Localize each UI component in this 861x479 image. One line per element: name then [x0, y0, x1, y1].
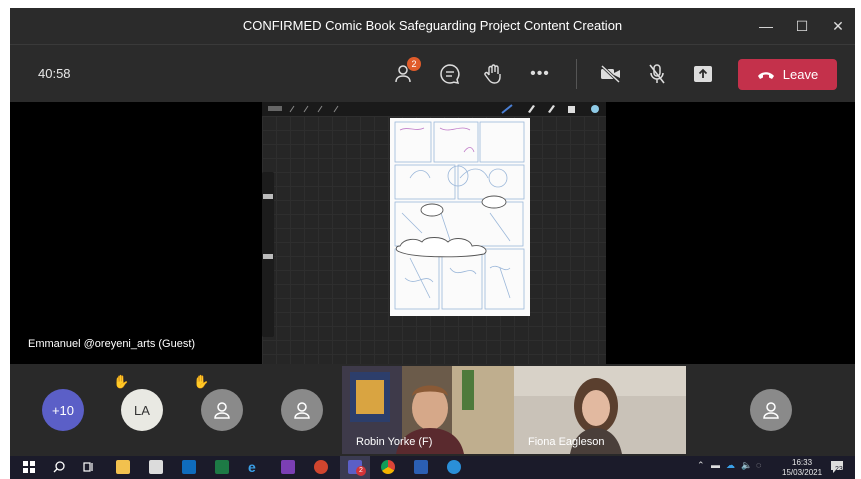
onedrive-icon[interactable]: ☁ — [726, 460, 735, 471]
brush-size-slider[interactable] — [262, 172, 274, 337]
teams-taskbar-item[interactable]: 2 — [340, 456, 370, 479]
more-actions-button[interactable]: ••• — [527, 61, 553, 87]
start-windows-icon[interactable] — [22, 460, 36, 474]
comic-sketch-drawing — [394, 121, 525, 310]
excel-icon[interactable] — [215, 460, 229, 474]
word-icon[interactable] — [414, 460, 428, 474]
leave-button[interactable]: Leave — [738, 59, 837, 90]
overflow-participants-avatar[interactable]: +10 — [42, 389, 84, 431]
meeting-controls: 40:58 2 ••• Leave — [10, 44, 855, 103]
notifications-button[interactable]: 23 — [830, 460, 844, 474]
participant-avatar-anonymous[interactable] — [201, 389, 243, 431]
window-title: CONFIRMED Comic Book Safeguarding Projec… — [242, 18, 623, 33]
participant-name: Robin Yorke (F) — [356, 436, 433, 448]
chrome-icon[interactable] — [381, 460, 395, 474]
participant-strip: +10 ✋ LA ✋ Robin Yorke (F) Fiona Eagleso… — [10, 364, 855, 456]
guest-name-label: Emmanuel @oreyeni_arts (Guest) — [28, 338, 196, 350]
outlook-icon[interactable] — [182, 460, 196, 474]
network-icon[interactable]: ◌ — [756, 460, 761, 470]
shared-screen — [262, 102, 606, 364]
participants-button[interactable]: 2 — [393, 57, 421, 87]
onenote-icon[interactable] — [281, 460, 295, 474]
participant-name: Fiona Eagleson — [528, 436, 605, 448]
edge-icon[interactable] — [447, 460, 461, 474]
chat-button[interactable] — [437, 61, 463, 87]
chat-icon — [440, 64, 460, 84]
size-handle[interactable] — [263, 194, 273, 199]
participants-count-badge: 2 — [407, 57, 421, 71]
show-hidden-icons-chevron-icon[interactable]: ⌃ — [697, 460, 705, 471]
participant-video-fiona[interactable]: Fiona Eagleson — [514, 366, 686, 454]
volume-icon[interactable]: 🔈 — [741, 460, 752, 471]
teams-badge: 2 — [356, 466, 366, 476]
meeting-timer: 40:58 — [38, 66, 71, 81]
main-stage: Emmanuel @oreyeni_arts (Guest) — [10, 102, 855, 364]
edge-legacy-icon[interactable]: e — [248, 460, 262, 474]
person-icon — [294, 402, 310, 419]
participant-initials: LA — [134, 402, 150, 418]
raised-hand-icon: ✋ — [193, 374, 210, 389]
camera-toggle[interactable] — [598, 61, 624, 87]
overflow-count: +10 — [51, 402, 75, 418]
participant-avatar-la[interactable]: LA — [121, 389, 163, 431]
file-explorer-icon[interactable] — [116, 460, 130, 474]
teams-window: CONFIRMED Comic Book Safeguarding Projec… — [10, 8, 855, 456]
tray-app-icon[interactable]: ▬ — [711, 460, 720, 470]
toolbar-divider — [576, 59, 577, 89]
clock-date: 15/03/2021 — [782, 468, 823, 477]
raised-hand-icon: ✋ — [113, 374, 130, 389]
store-icon[interactable] — [149, 460, 163, 474]
share-screen-icon — [694, 66, 712, 82]
title-bar: CONFIRMED Comic Book Safeguarding Projec… — [10, 8, 855, 44]
reactions-button[interactable] — [481, 61, 507, 87]
powerpoint-icon[interactable] — [314, 460, 328, 474]
raise-hand-icon — [484, 64, 501, 84]
minimize-button[interactable]: — — [752, 14, 780, 38]
mic-toggle[interactable] — [644, 61, 670, 87]
task-view-icon[interactable] — [82, 460, 96, 474]
maximize-button[interactable]: ☐ — [788, 14, 816, 38]
more-icon: ••• — [530, 65, 550, 82]
close-button[interactable]: ✕ — [824, 14, 852, 38]
drawing-app-toolbar — [262, 102, 606, 116]
share-content-button[interactable] — [690, 61, 716, 87]
leave-label: Leave — [782, 67, 819, 82]
notification-count: 23 — [835, 466, 843, 473]
camera-off-icon — [600, 64, 621, 84]
clock-time: 16:33 — [792, 458, 813, 467]
system-clock[interactable]: 16:33 15/03/2021 — [782, 458, 822, 478]
comic-sketch-page — [390, 118, 530, 316]
windows-taskbar: e 2 ⌃ ▬ ☁ 🔈 ◌ 16:33 15/03/2021 23 — [10, 456, 855, 479]
opacity-handle[interactable] — [263, 254, 273, 259]
phone-hangup-icon — [757, 71, 774, 79]
person-icon — [214, 402, 230, 419]
participant-avatar-anonymous[interactable] — [281, 389, 323, 431]
search-icon[interactable] — [52, 460, 66, 474]
participant-video-robin[interactable]: Robin Yorke (F) — [342, 366, 514, 454]
participant-avatar-anonymous[interactable] — [750, 389, 792, 431]
mic-off-icon — [649, 64, 665, 84]
person-icon — [763, 402, 779, 419]
